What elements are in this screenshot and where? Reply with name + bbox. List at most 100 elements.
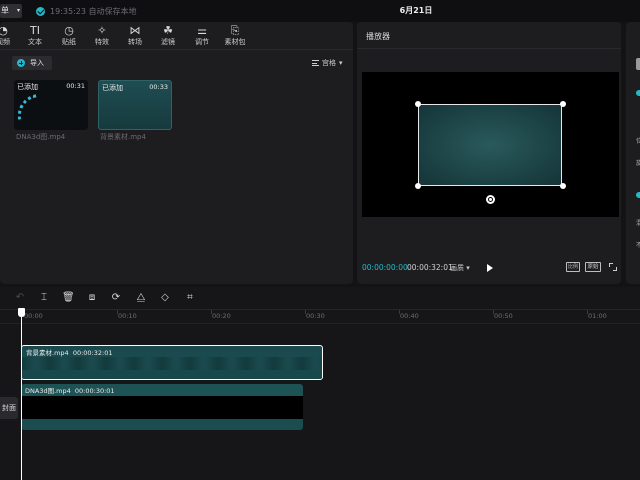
view-mode-label: 宫格 xyxy=(322,59,336,67)
transition-icon: ⋈ xyxy=(129,24,141,37)
toggle-icon[interactable] xyxy=(636,192,640,198)
timeline-clip-background[interactable]: 背景素材.mp4 00:00:32:01 xyxy=(21,345,323,380)
total-time: 00:00:32:01 xyxy=(407,263,453,272)
clip-name: 背景素材.mp4 xyxy=(26,349,69,357)
import-label: 导入 xyxy=(30,59,44,67)
sticker-icon: ◷ xyxy=(64,24,74,37)
ruler-label: 00:30 xyxy=(306,312,325,320)
tool-label: 素材包 xyxy=(224,38,246,46)
resize-handle[interactable] xyxy=(415,101,421,107)
mirror-icon[interactable]: ⧋ xyxy=(135,292,147,304)
import-button[interactable]: 导入 xyxy=(12,56,52,70)
ruler-label: 00:00 xyxy=(24,312,43,320)
timeline-clip-dna[interactable]: DNA3d图.mp4 00:00:30:01 xyxy=(21,384,303,430)
playhead[interactable] xyxy=(21,315,22,480)
quality-label: 画质 xyxy=(450,264,464,272)
timeline-toolbar: ↶ ⌶ 🗑 ⧈ ⟳ ⧋ ◇ ⌗ xyxy=(0,287,640,309)
original-button[interactable]: 原始 xyxy=(585,262,601,272)
crop-icon[interactable]: ⌗ xyxy=(184,292,196,304)
list-icon xyxy=(312,60,319,66)
menu-button[interactable]: 单 ▾ xyxy=(0,4,22,18)
ratio-button[interactable]: 比例 xyxy=(566,262,580,272)
tool-transition[interactable]: ⋈ 转场 xyxy=(118,24,152,48)
media-card-background[interactable]: 已添加 00:33 xyxy=(98,80,172,130)
tool-asset-pack[interactable]: ⎘ 素材包 xyxy=(218,24,252,48)
preview-frame[interactable] xyxy=(418,104,562,186)
ruler-label: 00:40 xyxy=(400,312,419,320)
inspector-label: 混 xyxy=(636,220,640,227)
resize-handle[interactable] xyxy=(415,183,421,189)
media-filename: 背景素材.mp4 xyxy=(100,133,146,141)
clip-label: 背景素材.mp4 00:00:32:01 xyxy=(26,347,112,357)
undo-icon[interactable]: ↶ xyxy=(14,292,26,304)
clip-thumbnail-strip xyxy=(22,357,322,370)
quality-dropdown[interactable]: 画质 ▾ xyxy=(450,263,470,273)
filter-icon: ☘ xyxy=(163,24,173,37)
autosave-text: 19:35:23 自动保存本地 xyxy=(50,6,137,16)
ruler-label: 01:00 xyxy=(588,312,607,320)
ruler-label: 00:50 xyxy=(494,312,513,320)
resize-handle[interactable] xyxy=(560,183,566,189)
clip-name: DNA3d图.mp4 xyxy=(25,387,71,395)
tool-text[interactable]: TI 文本 xyxy=(18,24,52,48)
tool-adjust[interactable]: ⚌ 调节 xyxy=(185,24,219,48)
tool-filter[interactable]: ☘ 滤镜 xyxy=(151,24,185,48)
plus-circle-icon xyxy=(17,59,25,67)
inspector-label: 不 xyxy=(636,242,640,249)
clip-audio-strip xyxy=(22,370,322,379)
rotate-clip-icon[interactable]: ◇ xyxy=(159,292,171,304)
inspector-tab[interactable] xyxy=(636,58,640,70)
play-icon[interactable] xyxy=(487,264,493,272)
player-panel: 播放器 00:00:00:00 00:00:32:01 画质 ▾ 比例 原始 xyxy=(357,22,621,284)
tool-label: 贴纸 xyxy=(62,38,76,46)
tool-sticker[interactable]: ◷ 贴纸 xyxy=(52,24,86,48)
added-badge: 已添加 xyxy=(102,84,123,92)
tool-media[interactable]: ◔ 视频 xyxy=(0,24,20,48)
project-title: 6月21日 xyxy=(399,6,433,15)
ruler-label: 00:10 xyxy=(118,312,137,320)
inspector-panel: 位 旋 混 不 xyxy=(626,22,640,284)
inspector-label: 位 xyxy=(636,138,640,145)
split-icon[interactable]: ⌶ xyxy=(38,292,50,304)
rotate-icon[interactable] xyxy=(486,195,495,204)
preview-canvas[interactable] xyxy=(362,72,619,217)
chevron-down-icon: ▾ xyxy=(339,59,343,67)
delete-icon[interactable]: 🗑 xyxy=(62,292,75,304)
tool-label: 转场 xyxy=(128,38,142,46)
tool-label: 调节 xyxy=(195,38,209,46)
chevron-down-icon: ▾ xyxy=(16,7,20,14)
title-bar: 单 ▾ 19:35:23 自动保存本地 6月21日 xyxy=(0,0,640,22)
dna-thumbnail-icon xyxy=(14,94,40,120)
effects-icon: ✧ xyxy=(97,24,107,37)
reverse-icon[interactable]: ⟳ xyxy=(110,292,122,304)
media-panel: ◔ 视频 TI 文本 ◷ 贴纸 ✧ 特效 ⋈ 转场 ☘ 滤镜 xyxy=(0,22,353,284)
clip-label: DNA3d图.mp4 00:00:30:01 xyxy=(25,385,115,395)
freeze-icon[interactable]: ⧈ xyxy=(86,292,98,304)
toggle-icon[interactable] xyxy=(636,90,640,96)
timeline-panel: ↶ ⌶ 🗑 ⧈ ⟳ ⧋ ◇ ⌗ 00:00 00:10 00:20 00:30 … xyxy=(0,287,640,480)
text-icon: TI xyxy=(30,24,40,37)
clip-duration: 00:00:32:01 xyxy=(72,349,113,357)
adjust-icon: ⚌ xyxy=(197,24,207,37)
menu-label: 单 xyxy=(1,6,9,15)
inspector-label: 旋 xyxy=(636,160,640,167)
clip-duration: 00:00:30:01 xyxy=(74,387,115,395)
chevron-down-icon: ▾ xyxy=(466,264,470,272)
time-ruler[interactable]: 00:00 00:10 00:20 00:30 00:40 00:50 01:0… xyxy=(0,310,640,324)
cover-button[interactable]: 封面 xyxy=(0,397,18,419)
tool-label: 特效 xyxy=(95,38,109,46)
video-editor-window: 单 ▾ 19:35:23 自动保存本地 6月21日 ◔ 视频 TI 文本 ◷ 贴… xyxy=(0,0,640,480)
clip-audio-strip xyxy=(21,419,303,430)
tool-label: 滤镜 xyxy=(161,38,175,46)
view-mode-dropdown[interactable]: 宫格 ▾ xyxy=(312,58,343,68)
media-card-dna[interactable]: 已添加 00:31 xyxy=(14,80,88,130)
player-title: 播放器 xyxy=(366,32,390,41)
media-filename: DNA3d图.mp4 xyxy=(16,133,66,141)
tool-effects[interactable]: ✧ 特效 xyxy=(85,24,119,48)
fullscreen-icon[interactable] xyxy=(609,263,617,271)
tool-label: 视频 xyxy=(0,38,10,46)
resize-handle[interactable] xyxy=(560,101,566,107)
ruler-label: 00:20 xyxy=(212,312,231,320)
asset-pack-icon: ⎘ xyxy=(230,24,240,37)
current-time: 00:00:00:00 xyxy=(362,263,408,272)
